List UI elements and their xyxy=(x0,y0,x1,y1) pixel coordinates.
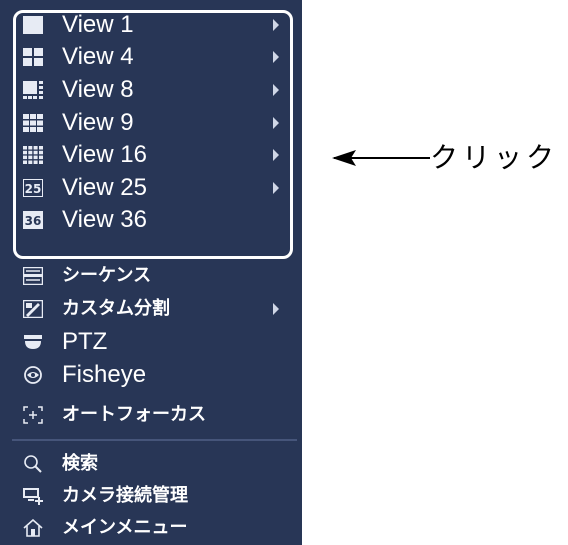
menu-item-main-menu[interactable]: メインメニュー xyxy=(0,511,302,544)
highlight-frame xyxy=(13,10,293,259)
home-icon xyxy=(22,517,44,539)
menu-item-autofocus[interactable]: オートフォーカス xyxy=(0,398,302,431)
context-menu: View 1 View 4 View 8 View 9 View 16 25 V… xyxy=(0,0,302,545)
autofocus-icon xyxy=(22,404,44,426)
ptz-icon xyxy=(22,331,44,353)
click-annotation: クリック xyxy=(330,140,568,180)
menu-item-camera-registration[interactable]: カメラ接続管理 xyxy=(0,479,302,512)
menu-item-label: 検索 xyxy=(62,453,98,474)
arrow-left-icon xyxy=(332,150,430,166)
menu-divider xyxy=(12,439,297,441)
menu-item-label: シーケンス xyxy=(62,265,152,286)
menu-item-search[interactable]: 検索 xyxy=(0,447,302,480)
menu-item-sequence[interactable]: シーケンス xyxy=(0,259,302,292)
menu-item-label: カメラ接続管理 xyxy=(62,485,188,506)
menu-item-label: Fisheye xyxy=(62,361,147,388)
search-icon xyxy=(22,453,44,475)
annotation-text: クリック xyxy=(430,141,559,174)
menu-item-ptz[interactable]: PTZ xyxy=(0,325,302,358)
submenu-arrow-icon xyxy=(273,302,279,315)
menu-item-fisheye[interactable]: Fisheye xyxy=(0,358,302,391)
menu-item-custom-split[interactable]: カスタム分割 xyxy=(0,292,302,325)
fisheye-icon xyxy=(22,364,44,386)
menu-item-label: オートフォーカス xyxy=(62,404,206,425)
custom-split-icon xyxy=(22,298,44,320)
menu-item-label: メインメニュー xyxy=(62,517,188,538)
sequence-icon xyxy=(22,265,44,287)
camera-registration-icon xyxy=(22,485,44,507)
menu-item-label: カスタム分割 xyxy=(62,298,170,319)
menu-item-label: PTZ xyxy=(62,328,108,355)
